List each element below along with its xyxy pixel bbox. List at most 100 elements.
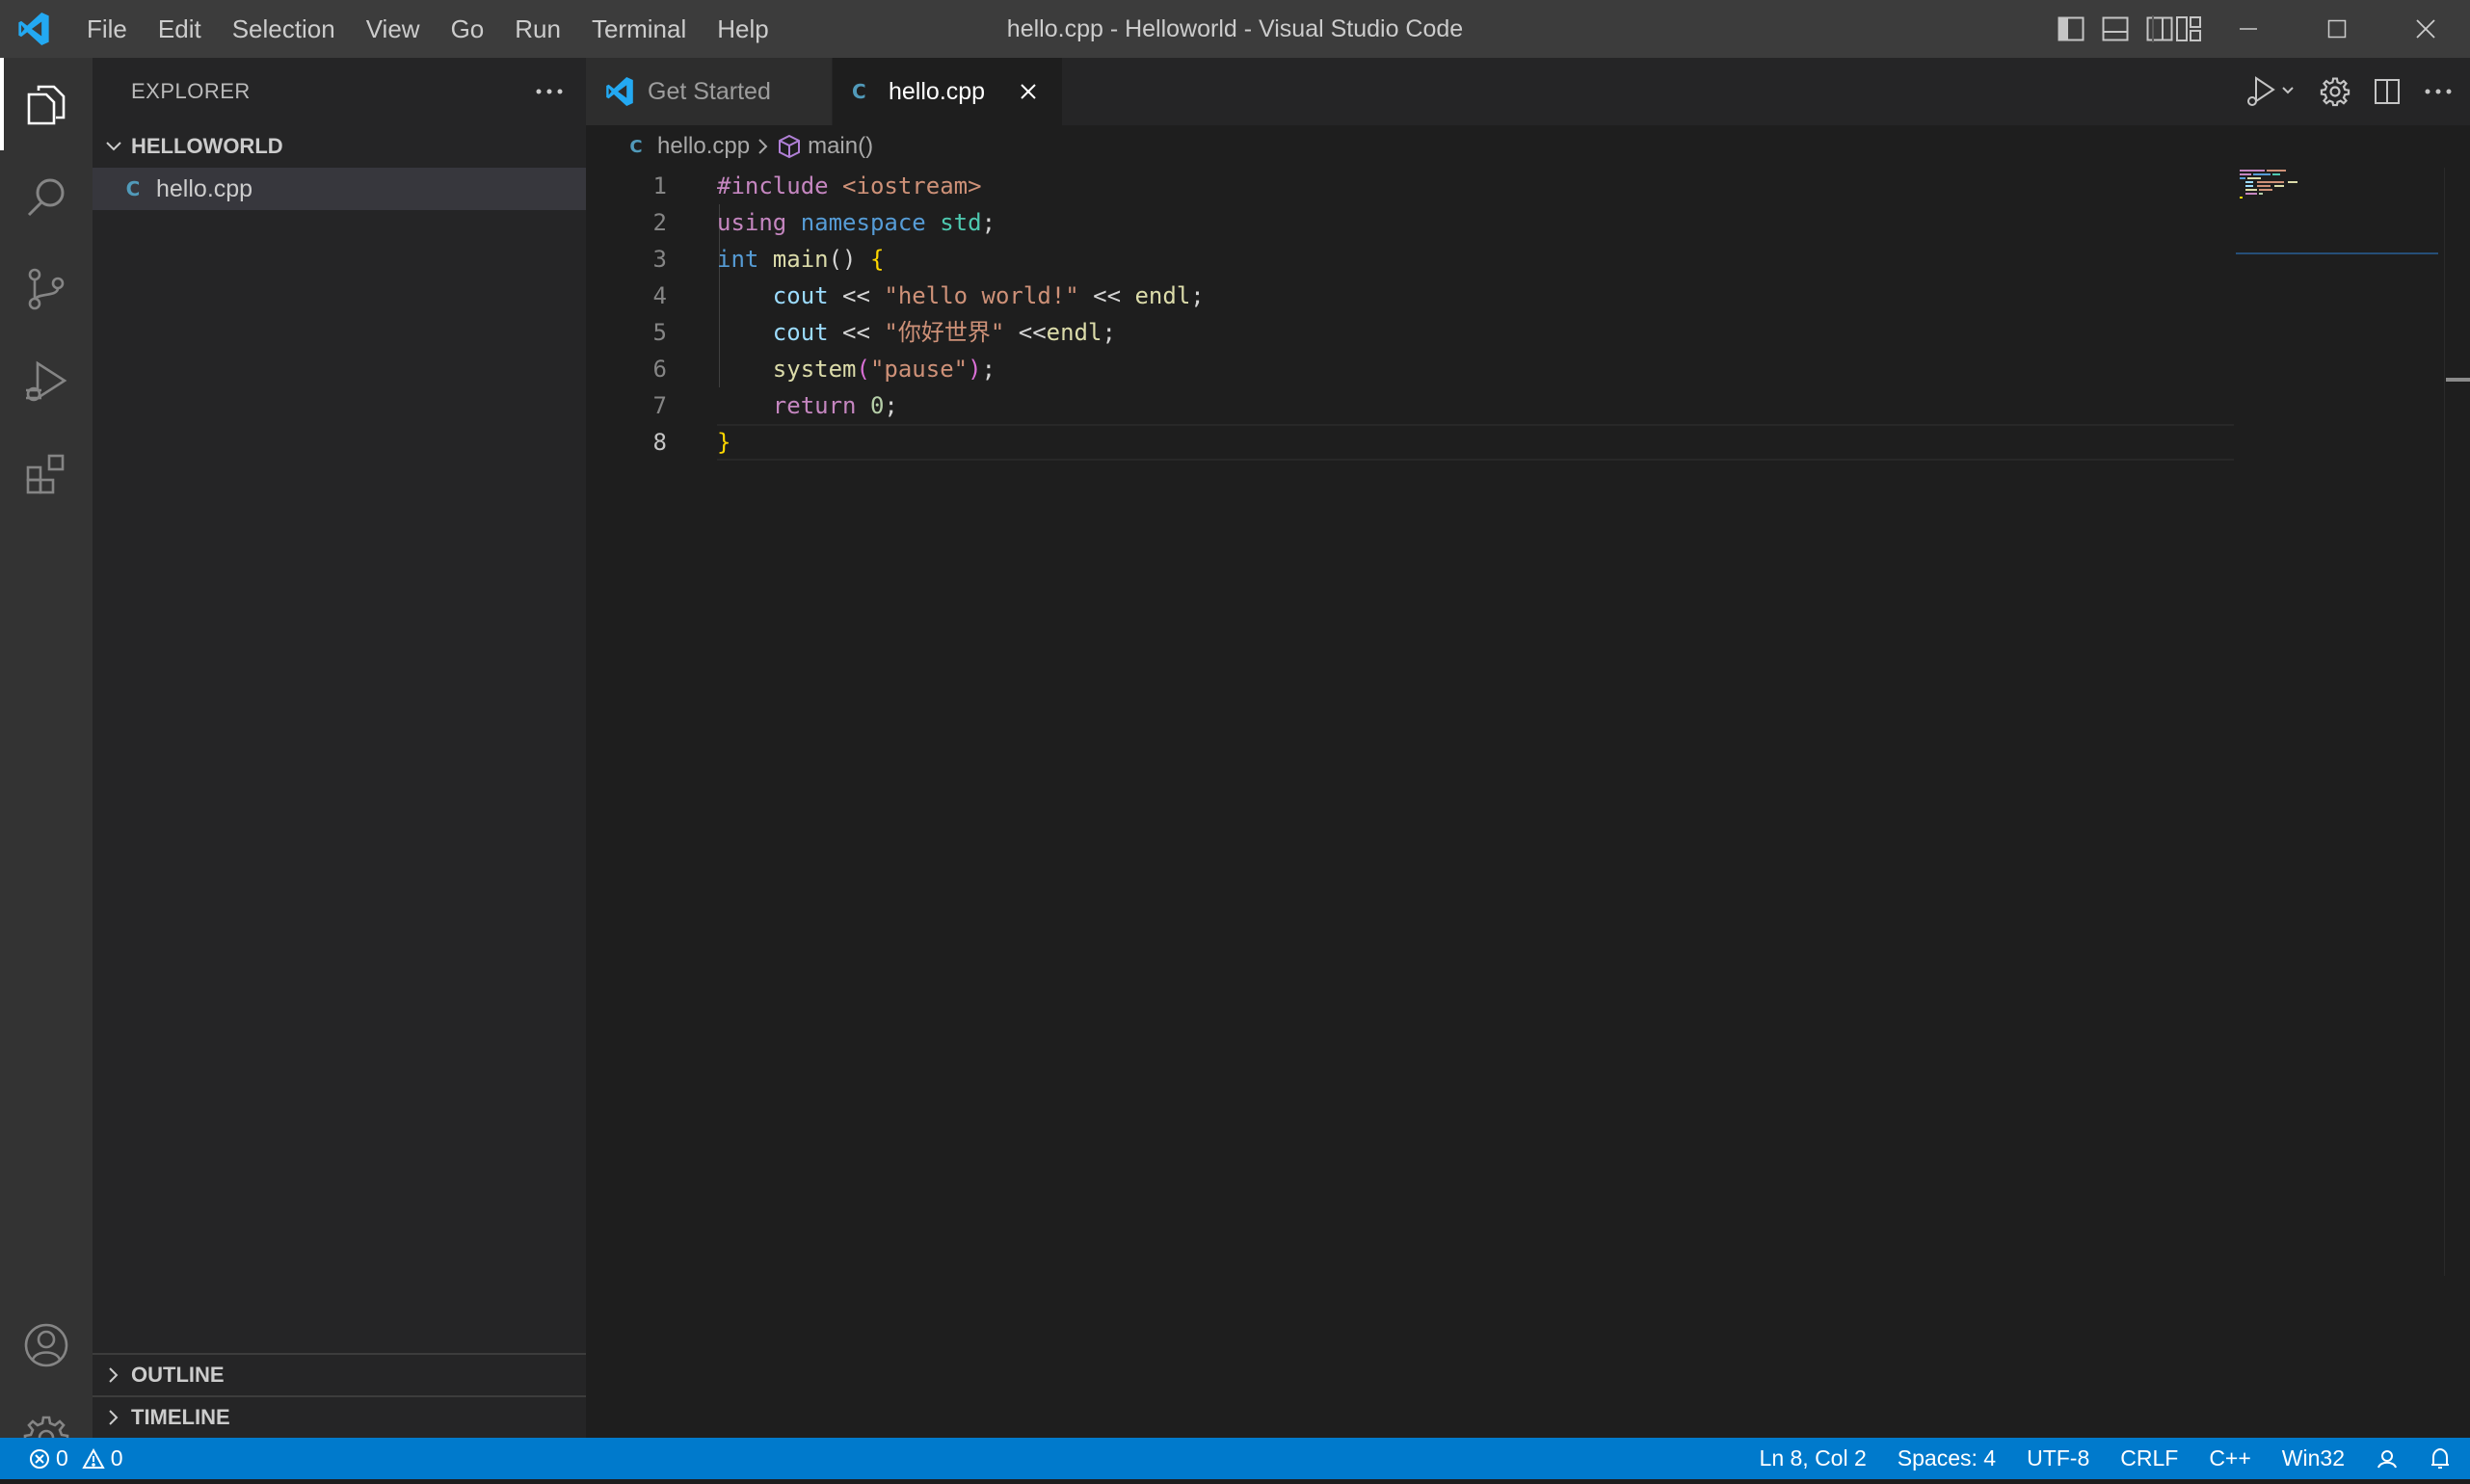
code-token: "你好世界" [884, 319, 1005, 346]
end-of-line[interactable]: CRLF [2120, 1445, 2178, 1471]
code-line[interactable]: 6 system("pause"); [586, 351, 2234, 387]
timeline-section[interactable]: TIMELINE [93, 1395, 586, 1438]
explorer-icon[interactable] [0, 58, 93, 150]
tab-hello-cpp[interactable]: C hello.cpp [833, 58, 1064, 125]
code-line[interactable]: 5 cout << "你好世界" <<endl; [586, 314, 2234, 351]
menu-file[interactable]: File [71, 0, 143, 58]
title-bar: File Edit Selection View Go Run Terminal… [0, 0, 2470, 58]
indentation[interactable]: Spaces: 4 [1898, 1445, 1996, 1471]
code-line[interactable]: 2 using namespace std; [586, 204, 2234, 241]
code-token: "pause" [869, 356, 969, 383]
breadcrumb-symbol[interactable]: main() [808, 133, 873, 160]
code-text: using namespace std; [717, 204, 996, 241]
code-token: int [717, 246, 773, 273]
code-token: cout [772, 282, 829, 309]
folder-name: HELLOWORLD [131, 134, 283, 158]
tab-get-started[interactable]: Get Started [586, 58, 833, 125]
code-token: 0 [869, 392, 885, 419]
error-count: 0 [56, 1445, 68, 1471]
code-token: std [940, 209, 982, 236]
breadcrumb-file[interactable]: hello.cpp [657, 133, 750, 160]
menu-help[interactable]: Help [702, 0, 783, 58]
toggle-primary-sidebar-icon[interactable] [2056, 13, 2086, 44]
run-and-debug-icon[interactable] [0, 335, 93, 428]
code-token: ) [968, 356, 982, 383]
symbol-method-icon [777, 134, 802, 159]
tab-label: Get Started [648, 77, 771, 105]
breadcrumb: C hello.cpp main() [586, 125, 2470, 168]
status-left: 0 0 [0, 1445, 123, 1471]
code-text: #include <iostream> [717, 168, 982, 204]
minimize-icon[interactable] [2204, 0, 2293, 58]
line-number: 8 [652, 429, 667, 456]
menu-go[interactable]: Go [436, 0, 500, 58]
outline-section[interactable]: OUTLINE [93, 1353, 586, 1395]
code-token: #include [717, 172, 843, 199]
minimap[interactable] [2236, 168, 2438, 264]
close-window-icon[interactable] [2381, 0, 2470, 58]
menu-run[interactable]: Run [499, 0, 576, 58]
split-editor-icon[interactable] [2374, 74, 2401, 109]
problems-indicator[interactable]: 0 0 [29, 1445, 123, 1471]
code-line[interactable]: 7 return 0; [586, 387, 2234, 424]
more-actions-icon[interactable] [2424, 74, 2453, 109]
code-token: main [772, 246, 829, 273]
close-tab-icon[interactable] [1014, 77, 1043, 106]
editor-area: Get Started C hello.cpp C hello.cpp main… [586, 58, 2470, 1438]
settings-gear-icon[interactable] [2320, 74, 2350, 109]
line-number: 7 [652, 392, 667, 419]
maximize-icon[interactable] [2293, 0, 2381, 58]
activity-bar [0, 58, 93, 1461]
accounts-icon[interactable] [0, 1299, 93, 1391]
tab-bar: Get Started C hello.cpp [586, 58, 2470, 125]
code-lines: 1 #include <iostream> 2 using namespace std… [586, 168, 2234, 461]
cpp-icon: C [629, 136, 643, 157]
code-line[interactable]: 1 #include <iostream> [586, 168, 2234, 204]
language-mode[interactable]: C++ [2209, 1445, 2250, 1471]
warning-icon [82, 1447, 105, 1470]
code-text: return 0; [717, 387, 898, 424]
run-debug-dropdown-icon[interactable] [2243, 74, 2297, 109]
search-icon[interactable] [0, 150, 93, 243]
code-line[interactable]: 8} [586, 424, 2234, 461]
menu-view[interactable]: View [351, 0, 436, 58]
cursor-position[interactable]: Ln 8, Col 2 [1760, 1445, 1867, 1471]
more-actions-icon[interactable] [532, 76, 567, 107]
folder-section-helloworld[interactable]: HELLOWORLD [93, 125, 586, 168]
extensions-icon[interactable] [0, 428, 93, 520]
notifications-bell-icon[interactable] [2430, 1447, 2451, 1471]
menu-selection[interactable]: Selection [217, 0, 351, 58]
platform-config[interactable]: Win32 [2282, 1445, 2345, 1471]
code-token: endl [1046, 319, 1102, 346]
file-item-hello-cpp[interactable]: C hello.cpp [93, 168, 586, 210]
line-number: 4 [652, 282, 667, 309]
vscode-logo-icon [605, 77, 634, 106]
toggle-panel-icon[interactable] [2100, 13, 2131, 44]
vertical-scrollbar[interactable] [2444, 168, 2470, 1276]
sidebar-title: EXPLORER [131, 79, 251, 103]
toggle-secondary-sidebar-icon[interactable] [2144, 13, 2175, 44]
code-token: "hello world!" [884, 282, 1079, 309]
feedback-icon[interactable] [2376, 1448, 2399, 1470]
code-token: ; [1102, 319, 1116, 346]
code-editor[interactable]: 1 #include <iostream> 2 using namespace std… [586, 168, 2234, 461]
cpp-icon: C [125, 177, 141, 200]
vscode-logo-icon [0, 0, 67, 58]
source-control-icon[interactable] [0, 243, 93, 335]
chevron-right-icon [757, 138, 769, 155]
code-line[interactable]: 3 int main() { [586, 241, 2234, 278]
code-token: using [717, 209, 801, 236]
layout-controls [2056, 0, 2175, 58]
sidebar-header: EXPLORER [93, 58, 586, 125]
menu-edit[interactable]: Edit [143, 0, 217, 58]
menu-terminal[interactable]: Terminal [576, 0, 702, 58]
editor-actions [2243, 58, 2453, 125]
encoding[interactable]: UTF-8 [2027, 1445, 2089, 1471]
warning-count: 0 [110, 1445, 123, 1471]
code-token: ; [981, 209, 996, 236]
customize-layout-icon[interactable] [2173, 13, 2204, 44]
code-line[interactable]: 4 cout << "hello world!" << endl; [586, 278, 2234, 314]
code-text: system("pause"); [717, 351, 996, 387]
